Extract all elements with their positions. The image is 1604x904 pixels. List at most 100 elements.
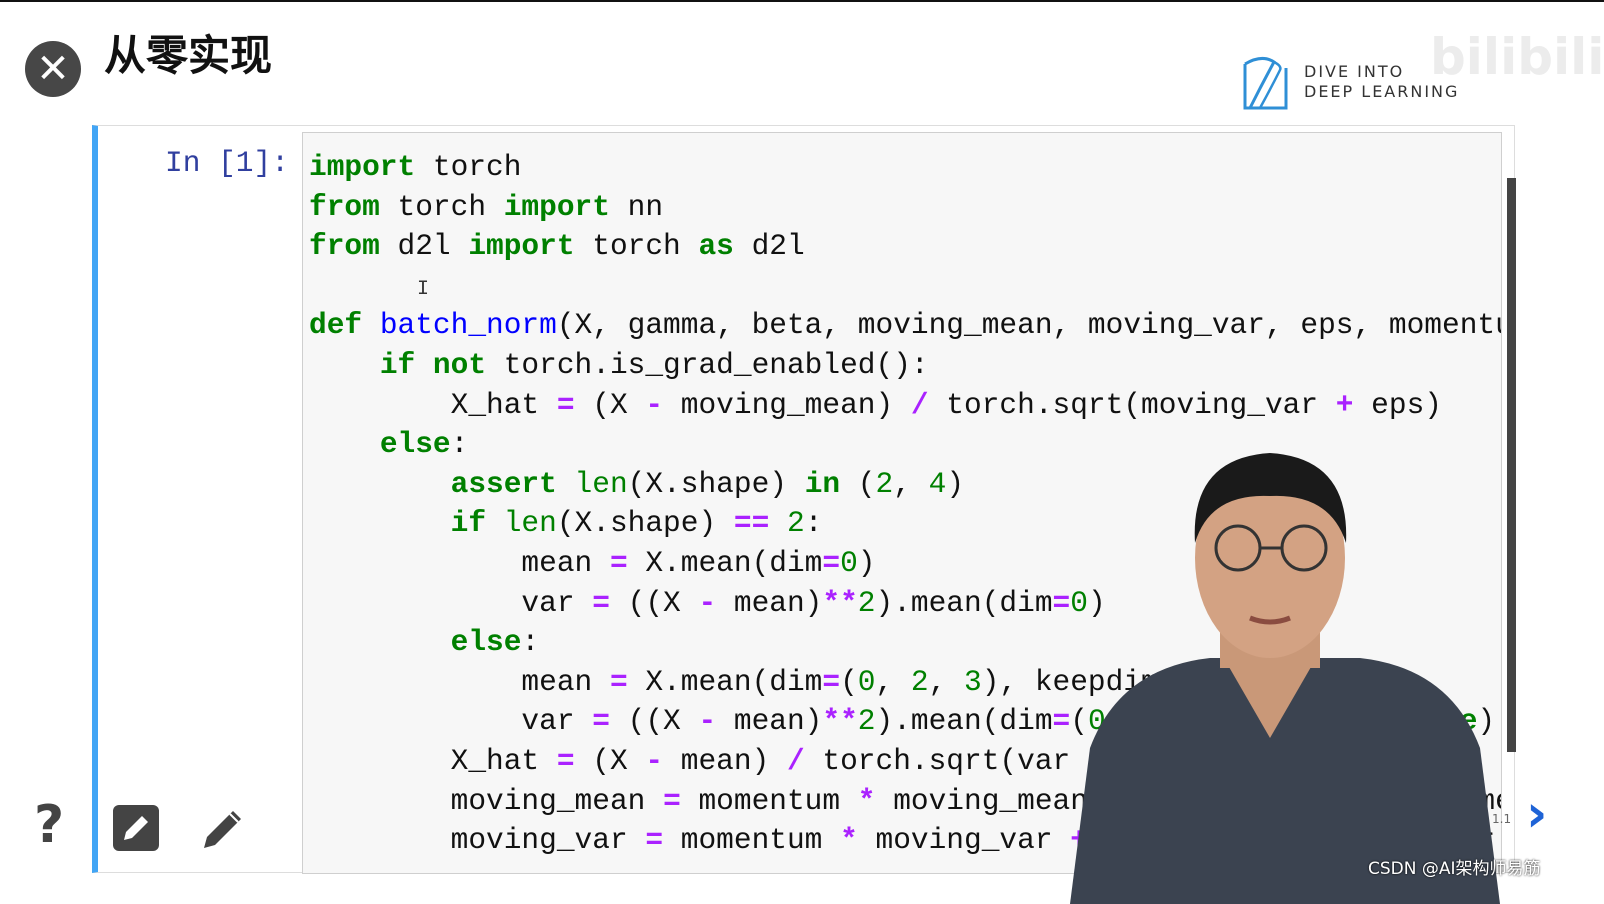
- code-token: 2: [910, 664, 929, 699]
- logo-line2: DEEP LEARNING: [1304, 82, 1460, 101]
- close-icon[interactable]: ✕: [25, 41, 81, 97]
- code-token: X.mean(dim: [627, 664, 823, 699]
- code-token: from: [309, 229, 380, 264]
- code-token: -: [645, 744, 664, 778]
- code-token: nn: [609, 189, 664, 224]
- code-token: batch_norm: [379, 308, 557, 343]
- code-token: 4: [928, 466, 947, 501]
- code-token: ==: [733, 506, 770, 541]
- code-line: if len(X.shape) == 2:: [309, 503, 823, 543]
- code-token: -: [645, 387, 664, 422]
- code-token: not: [432, 348, 487, 382]
- code-token: mean: [309, 546, 610, 580]
- csdn-watermark: CSDN @AI架构师易筋: [1368, 859, 1541, 879]
- code-token: ,: [893, 466, 929, 501]
- code-token: 2: [786, 506, 805, 541]
- code-token: from: [309, 189, 380, 224]
- code-token: ((X: [609, 704, 699, 739]
- code-token: torch.sqrt(var: [804, 744, 1088, 778]
- code-token: *: [840, 823, 858, 858]
- slide-title: 从零实现: [104, 31, 273, 80]
- code-token: =: [645, 823, 664, 858]
- code-token: moving_var: [309, 823, 646, 858]
- code-token: import: [468, 229, 575, 264]
- code-token: **: [822, 585, 858, 620]
- code-token: eps): [1353, 387, 1442, 422]
- code-token: as: [698, 229, 734, 264]
- code-token: X.mean(dim: [627, 546, 823, 580]
- code-token: =: [592, 585, 610, 620]
- code-token: def: [309, 308, 363, 343]
- slide-number: 1.1: [1492, 812, 1512, 826]
- code-token: (X: [574, 744, 646, 778]
- code-token: ).mean(dim: [875, 585, 1053, 620]
- code-line: def batch_norm(X, gamma, beta, moving_me…: [309, 305, 1501, 345]
- code-token: ).mean(dim: [875, 704, 1053, 739]
- top-border: [0, 0, 1604, 2]
- code-token: torch: [574, 229, 699, 264]
- code-token: torch.sqrt(moving_var: [928, 387, 1336, 422]
- code-token: (: [840, 664, 858, 699]
- code-token: (X.shape): [556, 506, 734, 541]
- code-line: X_hat = (X - moving_mean) / torch.sqrt(m…: [309, 385, 1442, 425]
- code-token: if: [450, 506, 487, 541]
- code-line: from torch import nn: [309, 187, 663, 227]
- code-token: =: [609, 546, 628, 580]
- code-token: (: [840, 466, 876, 501]
- code-token: if: [379, 348, 416, 382]
- code-token: ,: [875, 664, 911, 699]
- code-token: /: [786, 744, 805, 778]
- code-token: 2: [857, 704, 876, 739]
- code-token: 0: [857, 664, 876, 699]
- code-token: torch: [415, 150, 522, 184]
- code-token: ): [857, 546, 876, 580]
- code-token: ,: [928, 664, 965, 699]
- code-line: else:: [309, 424, 469, 464]
- code-line: import torch: [309, 147, 521, 187]
- code-token: moving_var: [857, 823, 1071, 858]
- code-token: import: [503, 189, 610, 224]
- presenter-video: [1070, 453, 1500, 904]
- code-token: X_hat: [309, 387, 557, 422]
- code-token: mean): [663, 744, 787, 778]
- chevron-right-icon[interactable]: ›: [1526, 784, 1547, 844]
- code-token: *: [857, 783, 876, 818]
- help-icon[interactable]: ?: [34, 795, 64, 855]
- code-token: assert: [450, 466, 557, 501]
- code-token: +: [1335, 387, 1354, 422]
- code-token: :: [450, 427, 469, 462]
- code-token: =: [556, 744, 575, 778]
- pencil-icon[interactable]: [200, 804, 248, 852]
- code-token: ((X: [609, 585, 699, 620]
- code-token: X_hat: [309, 744, 557, 778]
- code-token: =: [609, 664, 628, 699]
- code-line: mean = X.mean(dim=0): [309, 543, 876, 583]
- code-token: =: [822, 546, 841, 580]
- edit-square-icon[interactable]: [112, 804, 160, 852]
- code-token: import: [309, 150, 416, 184]
- code-token: else: [450, 625, 522, 660]
- code-token: momentum: [663, 823, 841, 858]
- text-cursor-icon: I: [417, 278, 430, 301]
- code-token: momentum: [680, 783, 858, 818]
- code-token: len: [574, 466, 628, 501]
- code-token: =: [556, 387, 575, 422]
- code-token: moving_mean): [663, 387, 911, 422]
- code-line: var = ((X - mean)**2).mean(dim=0): [309, 583, 1105, 623]
- code-token: **: [822, 704, 858, 739]
- code-token: (X: [574, 387, 646, 422]
- code-token: :: [521, 625, 540, 660]
- code-token: -: [698, 704, 717, 739]
- code-token: mean): [716, 704, 823, 739]
- code-token: /: [910, 387, 929, 422]
- code-token: =: [663, 783, 681, 818]
- code-token: d2l: [733, 229, 805, 264]
